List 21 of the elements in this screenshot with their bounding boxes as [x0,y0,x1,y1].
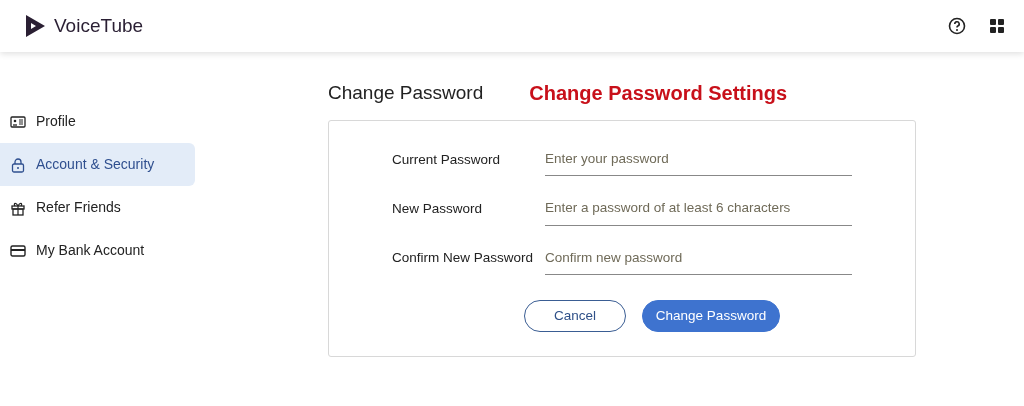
apps-icon[interactable] [990,19,1004,33]
field-label: Current Password [392,150,502,169]
help-icon[interactable] [948,17,966,35]
password-field[interactable]: Enter a password of at least 6 characters [545,192,852,226]
annotation-text: Change Password Settings [529,81,788,106]
profile-card-icon [10,113,26,130]
password-field[interactable]: Enter your password [545,143,852,177]
sidebar-item[interactable]: My Bank Account [0,229,195,272]
cancel-button[interactable]: Cancel [524,299,626,332]
credit-card-icon [10,242,26,259]
logo-text: VoiceTube [54,13,144,38]
sidebar-item[interactable]: Account & Security [0,143,195,186]
logo-icon [24,14,46,38]
sidebar-item[interactable]: Profile [0,100,195,143]
password-field[interactable]: Confirm new password [545,241,852,275]
field-label: New Password [392,199,484,218]
field-label: Confirm New Password [392,249,535,267]
page-title: Change Password [328,81,484,105]
sidebar-item[interactable]: Refer Friends [0,186,195,229]
lock-icon [10,156,26,173]
change-password-button[interactable]: Change Password [642,299,780,332]
